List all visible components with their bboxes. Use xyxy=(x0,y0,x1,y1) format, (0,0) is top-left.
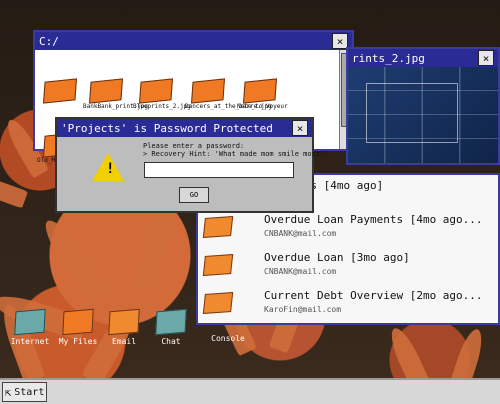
taskbar: ⇱ Start xyxy=(0,378,500,404)
file-icon xyxy=(191,78,225,104)
prompt-line-2: > Recovery Hint: 'What made mom smile mo… xyxy=(143,149,329,158)
file-item[interactable]: Note_to_Voyeur xyxy=(237,78,288,111)
password-prompt: Please enter a password: > Recovery Hint… xyxy=(143,142,329,158)
start-label: Start xyxy=(14,386,45,398)
file-icon xyxy=(139,78,173,104)
close-icon[interactable]: × xyxy=(292,120,308,136)
email-subject: Current Debt Overview [2mo ago... xyxy=(264,289,483,302)
email-row[interactable]: Overdue Loan Payments [4mo ago... CNBANK… xyxy=(198,211,498,247)
file-item[interactable]: Dancers_at_the_barre.jpg xyxy=(185,78,272,111)
file-icon xyxy=(243,78,277,104)
cursor-icon: ⇱ xyxy=(4,385,12,399)
email-sender: CNBANK@mail.com xyxy=(264,229,337,238)
file-label: Blueprints_2.jpg xyxy=(133,103,191,110)
go-button[interactable]: GO xyxy=(179,187,209,203)
email-subject: Overdue Loan Payments [4mo ago... xyxy=(264,213,483,226)
image-viewer-title: rints_2.jpg xyxy=(352,51,425,65)
email-sender: CNBANK@mail.com xyxy=(264,267,337,276)
file-item[interactable]: Blueprints_2.jpg xyxy=(133,78,191,111)
image-viewer-titlebar[interactable]: rints_2.jpg × xyxy=(348,49,498,67)
warning-icon: ! xyxy=(92,153,124,181)
envelope-icon xyxy=(202,292,234,314)
email-icon xyxy=(108,308,140,336)
chat-icon xyxy=(155,308,187,336)
file-icon xyxy=(89,78,123,104)
folder-icon xyxy=(62,308,94,336)
envelope-icon xyxy=(202,254,234,276)
password-dialog-titlebar[interactable]: 'Projects' is Password Protected × xyxy=(57,119,312,137)
file-icon xyxy=(43,78,77,104)
envelope-icon xyxy=(202,216,234,238)
globe-icon xyxy=(14,308,46,336)
email-sender: KaroFin@mail.com xyxy=(264,305,342,314)
password-input[interactable] xyxy=(144,162,294,178)
email-subject: Overdue Loan [3mo ago] xyxy=(264,251,410,264)
email-row[interactable]: Overdue Loan [3mo ago] CNBANK@mail.com xyxy=(198,249,498,285)
desktop-icon-label: Chat xyxy=(161,337,181,346)
email-row[interactable]: Current Debt Overview [2mo ago... KaroFi… xyxy=(198,287,498,323)
image-viewer-window: rints_2.jpg × xyxy=(346,47,500,165)
file-label: Note_to_Voyeur xyxy=(237,103,288,110)
file-item[interactable] xyxy=(37,78,83,104)
close-icon[interactable]: × xyxy=(478,50,494,66)
file-item[interactable]: BankBank_print.jpg xyxy=(83,78,148,111)
desktop-background: C:/ × BankBank_print.jpg Blueprints_2.jp… xyxy=(0,0,500,378)
password-dialog: 'Projects' is Password Protected × ! Ple… xyxy=(55,117,328,213)
desktop-icon-chat[interactable]: Chat xyxy=(143,308,199,346)
file-explorer-titlebar[interactable]: C:/ × xyxy=(35,32,352,50)
desktop-icon-label: Console xyxy=(211,334,245,343)
file-explorer-title: C:/ xyxy=(39,34,59,48)
start-button[interactable]: ⇱ Start xyxy=(2,382,47,402)
desktop-icon-console[interactable]: Console xyxy=(200,334,256,343)
blueprint-image xyxy=(348,67,498,163)
password-dialog-title: 'Projects' is Password Protected xyxy=(61,121,273,135)
